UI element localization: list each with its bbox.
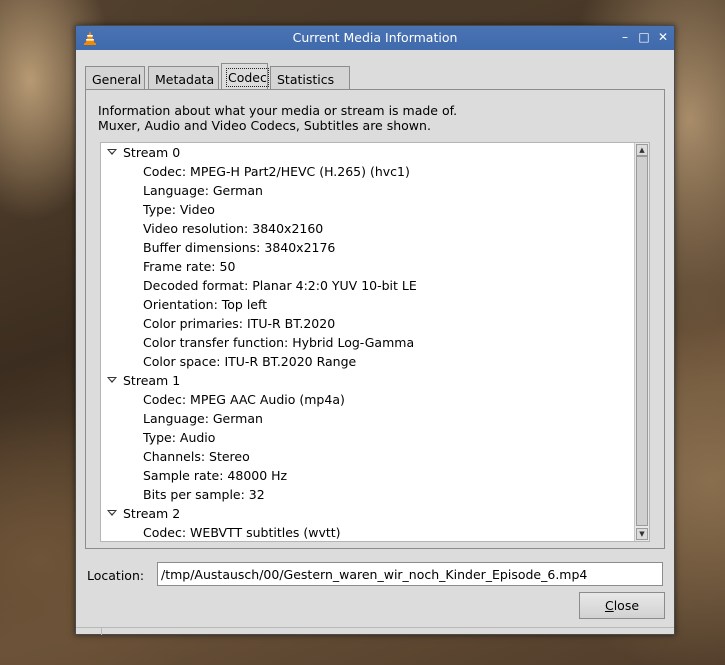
tree-item[interactable]: Codec: WEBVTT subtitles (wvtt) (101, 523, 634, 541)
minimize-button[interactable]: – (617, 29, 633, 45)
tree-item[interactable]: Orientation: Top left (101, 295, 634, 314)
expand-arrow-icon[interactable] (107, 510, 117, 516)
close-window-button[interactable]: ✕ (655, 29, 671, 45)
vertical-scrollbar[interactable]: ▲ ▼ (634, 143, 649, 541)
close-mnemonic: C (604, 598, 614, 613)
tree-item[interactable]: Type: Video (101, 200, 634, 219)
tree-item[interactable]: Language: German (101, 181, 634, 200)
location-field[interactable] (157, 562, 663, 586)
location-label: Location: (87, 568, 145, 583)
tree-stream-label: Stream 0 (123, 145, 181, 160)
scroll-up-button[interactable]: ▲ (636, 144, 648, 156)
title-bar[interactable]: Current Media Information – □ ✕ (76, 26, 674, 50)
description-line-2: Muxer, Audio and Video Codecs, Subtitles… (98, 118, 431, 133)
tree-stream-0[interactable]: Stream 0 (101, 143, 634, 162)
maximize-button[interactable]: □ (636, 29, 652, 45)
tree-item[interactable]: Language: German (101, 409, 634, 428)
close-label: lose (613, 598, 640, 613)
tab-general-label: General (92, 72, 142, 87)
expand-arrow-icon[interactable] (107, 377, 117, 383)
tree-item[interactable]: Color space: ITU-R BT.2020 Range (101, 352, 634, 371)
tree-stream-1[interactable]: Stream 1 (101, 371, 634, 390)
tree-item[interactable]: Channels: Stereo (101, 447, 634, 466)
tree-item[interactable]: Codec: MPEG-H Part2/HEVC (H.265) (hvc1) (101, 162, 634, 181)
window-title: Current Media Information (292, 30, 458, 45)
scroll-down-button[interactable]: ▼ (636, 528, 648, 540)
status-divider-tick (101, 627, 102, 635)
tree-item[interactable]: Color transfer function: Hybrid Log-Gamm… (101, 333, 634, 352)
tree-item[interactable]: Bits per sample: 32 (101, 485, 634, 504)
tab-metadata[interactable]: Metadata (148, 66, 219, 89)
status-divider (76, 627, 674, 628)
tree-item[interactable]: Decoded format: Planar 4:2:0 YUV 10-bit … (101, 276, 634, 295)
media-info-dialog: Current Media Information – □ ✕ General … (75, 25, 675, 635)
tab-codec-label: Codec (226, 68, 269, 87)
tree-stream-label: Stream 2 (123, 506, 181, 521)
tree-stream-2[interactable]: Stream 2 (101, 504, 634, 523)
scrollbar-thumb[interactable] (636, 156, 648, 526)
tree-item[interactable]: Video resolution: 3840x2160 (101, 219, 634, 238)
codec-description: Information about what your media or str… (98, 103, 457, 133)
tree-item[interactable]: Type: Audio (101, 428, 634, 447)
tab-codec[interactable]: Codec (221, 63, 269, 90)
description-line-1: Information about what your media or str… (98, 103, 458, 118)
expand-arrow-icon[interactable] (107, 149, 117, 155)
tree-stream-label: Stream 1 (123, 373, 181, 388)
codec-tree-list: Stream 0 Codec: MPEG-H Part2/HEVC (H.265)… (101, 143, 634, 541)
tab-general[interactable]: General (85, 66, 145, 89)
tree-item[interactable]: Frame rate: 50 (101, 257, 634, 276)
codec-pane: Information about what your media or str… (85, 89, 665, 549)
tree-item[interactable]: Sample rate: 48000 Hz (101, 466, 634, 485)
tree-item[interactable]: Buffer dimensions: 3840x2176 (101, 238, 634, 257)
tab-statistics-label: Statistics (277, 72, 335, 87)
close-button[interactable]: Close (579, 592, 665, 619)
tab-statistics[interactable]: Statistics (270, 66, 350, 89)
tree-item[interactable]: Color primaries: ITU-R BT.2020 (101, 314, 634, 333)
tree-item[interactable]: Codec: MPEG AAC Audio (mp4a) (101, 390, 634, 409)
codec-tree[interactable]: Stream 0 Codec: MPEG-H Part2/HEVC (H.265)… (100, 142, 650, 542)
tab-metadata-label: Metadata (155, 72, 215, 87)
